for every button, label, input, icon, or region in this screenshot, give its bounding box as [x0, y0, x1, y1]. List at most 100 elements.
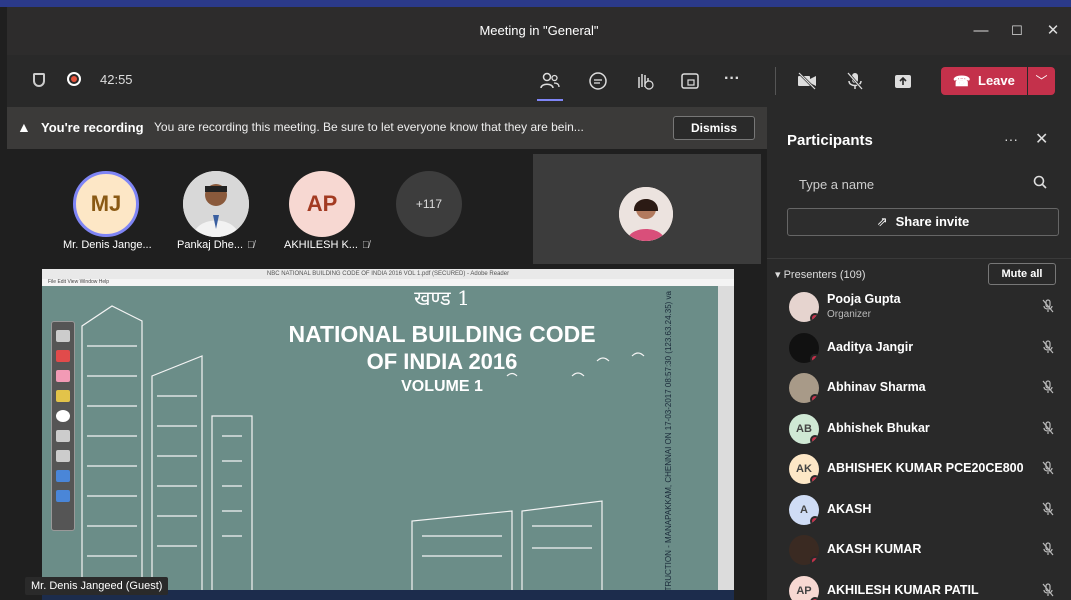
camera-off-icon[interactable] [796, 70, 818, 92]
avatar-mj[interactable]: MJ [73, 171, 139, 237]
participant-search[interactable]: Type a name [787, 169, 1059, 199]
mic-off-icon[interactable] [844, 70, 866, 92]
close-window-button[interactable]: ✕ [1041, 19, 1065, 43]
participant-name: ABHISHEK KUMAR PCE20CE800 ... [827, 461, 1023, 475]
top-accent-strip [0, 0, 1071, 7]
video-tile[interactable] [533, 154, 761, 264]
leave-options-chevron-icon[interactable]: ﹀ [1028, 67, 1055, 95]
participant-avatar [789, 535, 819, 565]
status-dot-icon [810, 596, 819, 600]
teams-meeting-window: Meeting in "General" — ☐ ✕ 42:55 ··· ☎ L… [7, 7, 1071, 600]
participant-row[interactable]: A AKASH [767, 490, 1071, 530]
shared-app-titlebar: NBC NATIONAL BUILDING CODE OF INDIA 2016… [42, 269, 734, 279]
share-invite-label: Share invite [895, 214, 970, 229]
participant-avatar: AB [789, 413, 819, 444]
participant-avatar [789, 332, 819, 363]
leave-button[interactable]: ☎ Leave [941, 67, 1027, 95]
presenters-count-label: Presenters (109) [783, 269, 866, 281]
pointer-tool-icon[interactable] [56, 410, 70, 422]
meeting-timer: 42:55 [100, 72, 133, 87]
gallery-name-2: Pankaj Dhe... 🎙̸ [177, 239, 255, 251]
reactions-icon[interactable] [633, 70, 655, 92]
active-tab-underline [537, 99, 563, 101]
dismiss-button[interactable]: Dismiss [673, 116, 755, 140]
cover-hindi-title: खण्ड 1 [414, 286, 470, 310]
meeting-toolbar: 42:55 ··· ☎ Leave ﹀ [7, 55, 1071, 107]
people-icon[interactable] [539, 70, 561, 92]
person-photo-icon [183, 171, 249, 237]
shared-app-scrollbar [718, 286, 734, 600]
status-dot-icon [810, 515, 819, 525]
participant-avatar [789, 292, 819, 322]
window-tool-icon[interactable] [56, 490, 70, 502]
participant-name: Pooja Gupta [827, 292, 901, 306]
more-options-icon[interactable]: ··· [1004, 131, 1018, 147]
mute-all-button[interactable]: Mute all [988, 263, 1056, 285]
status-dot-icon [810, 556, 819, 565]
chat-icon[interactable] [587, 70, 609, 92]
mic-off-icon[interactable] [1040, 501, 1056, 517]
presenters-section-header[interactable]: ▾ Presenters (109) Mute all [767, 258, 1071, 287]
screen-tool-icon[interactable] [56, 470, 70, 482]
share-invite-button[interactable]: ⇗ Share invite [787, 208, 1059, 236]
mic-off-icon[interactable] [1040, 298, 1056, 314]
avatar-pankaj[interactable] [183, 171, 249, 237]
close-panel-icon[interactable]: ✕ [1035, 129, 1048, 149]
cover-title-line-2: OF INDIA 2016 [366, 349, 518, 374]
mic-off-icon[interactable] [1040, 420, 1056, 436]
share-screen-icon[interactable] [892, 70, 914, 92]
participant-avatar: AP [789, 575, 819, 600]
leave-label: Leave [978, 73, 1015, 88]
participant-row[interactable]: Abhinav Sharma [767, 368, 1071, 408]
participant-role: Organizer [827, 309, 871, 320]
avatar-ap[interactable]: AP [289, 171, 355, 237]
recording-banner: ▲ You're recording You are recording thi… [7, 107, 767, 149]
participant-name: Aaditya Jangir [827, 339, 914, 354]
recording-banner-message: You are recording this meeting. Be sure … [154, 120, 584, 134]
participant-row[interactable]: Pooja Gupta Organizer [767, 287, 1071, 327]
marker-tool-icon[interactable] [56, 390, 70, 402]
mic-off-icon: 🎙̸ [247, 240, 255, 251]
participant-avatar [789, 373, 819, 403]
mic-off-icon[interactable] [1040, 379, 1056, 395]
toolbar-separator [775, 67, 776, 95]
shield-icon[interactable] [33, 73, 45, 87]
participant-row[interactable]: AB Abhishek Bhukar [767, 409, 1071, 449]
minimize-button[interactable]: — [969, 19, 993, 43]
title-bar: Meeting in "General" — ☐ ✕ [7, 7, 1071, 55]
phone-hangup-icon: ☎ [953, 73, 971, 89]
pen-tool-icon[interactable] [56, 330, 70, 342]
more-participants-button[interactable]: +117 [396, 171, 462, 237]
search-icon[interactable] [1033, 175, 1047, 189]
participants-panel: Participants ··· ✕ Type a name ⇗ Share in… [767, 107, 1071, 600]
cover-title-line-1: NATIONAL BUILDING CODE [288, 321, 596, 347]
participant-row[interactable]: Aaditya Jangir [767, 328, 1071, 368]
participant-row[interactable]: AK ABHISHEK KUMAR PCE20CE800 ... [767, 449, 1071, 489]
rooms-icon[interactable] [679, 70, 701, 92]
highlighter-tool-icon[interactable] [56, 350, 70, 362]
participant-row[interactable]: AP AKHILESH KUMAR PATIL [767, 571, 1071, 600]
mic-off-icon[interactable] [1040, 339, 1056, 355]
recording-banner-title: You're recording [41, 120, 144, 135]
mic-off-icon[interactable] [1040, 582, 1056, 598]
shared-screen[interactable]: NBC NATIONAL BUILDING CODE OF INDIA 2016… [42, 269, 734, 600]
clear-tool-icon[interactable] [56, 450, 70, 462]
maximize-button[interactable]: ☐ [1005, 19, 1029, 43]
participant-initials: AK [796, 463, 812, 475]
participant-avatar: A [789, 494, 819, 525]
annotation-palette[interactable] [51, 321, 75, 531]
cover-watermark: CONSTRUCTION - MANAPAKKAM, CHENNAI ON 17… [664, 291, 676, 600]
mic-off-icon[interactable] [1040, 460, 1056, 476]
window-title: Meeting in "General" [479, 23, 599, 38]
line-tool-icon[interactable] [56, 430, 70, 442]
recording-icon [67, 72, 81, 86]
participant-row[interactable]: AKASH KUMAR [767, 530, 1071, 570]
eraser-tool-icon[interactable] [56, 370, 70, 382]
participant-name: AKASH KUMAR [827, 542, 922, 556]
more-options-icon[interactable]: ··· [724, 69, 740, 89]
mic-off-icon[interactable] [1040, 541, 1056, 557]
presenter-photo [619, 187, 673, 241]
mic-off-icon: 🎙̸ [361, 240, 370, 251]
participant-name: AKHILESH KUMAR PATIL [827, 582, 979, 597]
status-dot-icon [810, 313, 819, 322]
